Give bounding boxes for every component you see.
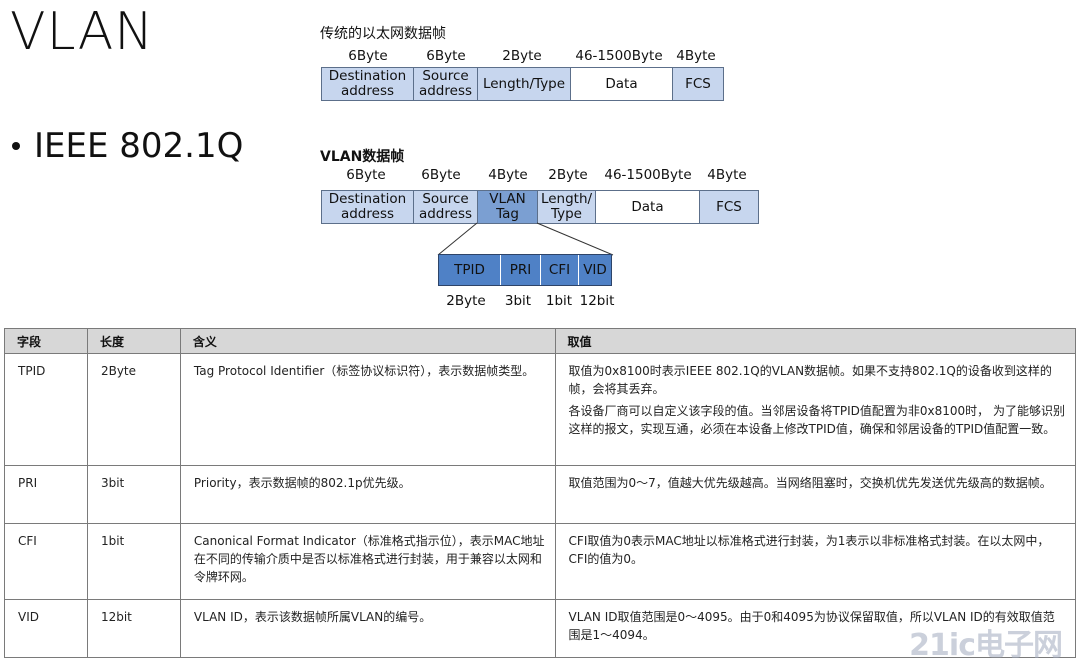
cell-value: 取值范围为0～7，值越大优先级越高。当网络阻塞时，交换机优先发送优先级高的数据帧…: [554, 465, 1077, 524]
field-pri: PRI: [501, 255, 541, 285]
header-value: 取值: [554, 328, 1077, 354]
cell-meaning: VLAN ID，表示该数据帧所属VLAN的编号。: [179, 599, 556, 658]
size-label: 2Byte: [446, 293, 486, 309]
value-paragraph: 各设备厂商可以自定义该字段的值。当邻居设备将TPID值配置为非0x8100时， …: [568, 404, 1065, 436]
size-label: 12bit: [579, 293, 615, 309]
cell-meaning: Canonical Format Indicator（标准格式指示位），表示MA…: [179, 523, 556, 600]
expansion-line-left: [437, 222, 478, 256]
cell-length: 2Byte: [86, 353, 181, 466]
vlan-tag-fields: TPID PRI CFI VID: [438, 254, 612, 286]
header-meaning: 含义: [179, 328, 556, 354]
cell-field: CFI: [4, 523, 88, 600]
watermark-logo: 21ic电子网: [909, 628, 1063, 663]
cell-meaning: Priority，表示数据帧的802.1p优先级。: [179, 465, 556, 524]
cell-field: PRI: [4, 465, 88, 524]
table-row: PRI 3bit Priority，表示数据帧的802.1p优先级。 取值范围为…: [4, 465, 1077, 524]
field-vid: VID: [579, 255, 611, 285]
size-label: 1bit: [545, 293, 573, 309]
expansion-line-right: [536, 222, 614, 256]
field-tpid: TPID: [439, 255, 501, 285]
header-length: 长度: [86, 328, 181, 354]
cell-length: 1bit: [86, 523, 181, 600]
cell-field: TPID: [4, 353, 88, 466]
value-paragraph: 取值范围为0～7，值越大优先级越高。当网络阻塞时，交换机优先发送优先级高的数据帧…: [568, 476, 1052, 490]
cell-length: 3bit: [86, 465, 181, 524]
cell-length: 12bit: [86, 599, 181, 658]
field-cfi: CFI: [541, 255, 579, 285]
cell-field: VID: [4, 599, 88, 658]
vlan-tag-sizes: 2Byte 3bit 1bit 12bit: [0, 293, 1080, 311]
cell-meaning: Tag Protocol Identifier（标签协议标识符），表示数据帧类型…: [179, 353, 556, 466]
size-label: 3bit: [504, 293, 532, 309]
table-row: CFI 1bit Canonical Format Indicator（标准格式…: [4, 523, 1077, 600]
table-header-row: 字段 长度 含义 取值: [4, 328, 1077, 354]
value-paragraph: CFI取值为0表示MAC地址以标准格式进行封装，为1表示以非标准格式封装。在以太…: [568, 534, 1050, 566]
cell-value: 取值为0x8100时表示IEEE 802.1Q的VLAN数据帧。如果不支持802…: [554, 353, 1077, 466]
vlan-tag-field-table: 字段 长度 含义 取值 TPID 2Byte Tag Protocol Iden…: [4, 328, 1077, 658]
header-field: 字段: [4, 328, 88, 354]
value-paragraph: 取值为0x8100时表示IEEE 802.1Q的VLAN数据帧。如果不支持802…: [568, 364, 1052, 396]
table-row: TPID 2Byte Tag Protocol Identifier（标签协议标…: [4, 353, 1077, 466]
cell-value: CFI取值为0表示MAC地址以标准格式进行封装，为1表示以非标准格式封装。在以太…: [554, 523, 1077, 600]
